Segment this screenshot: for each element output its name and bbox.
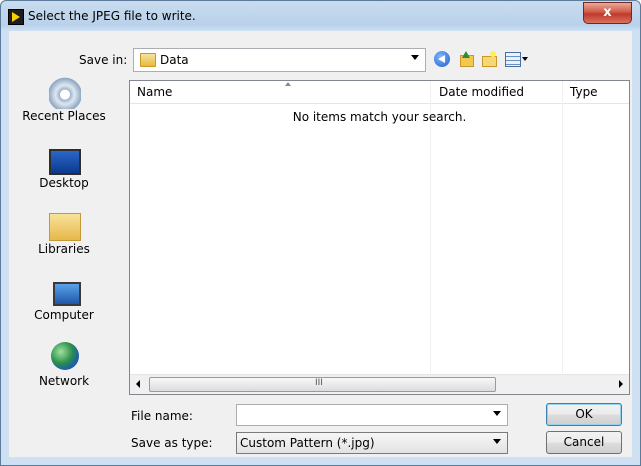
scroll-right-icon[interactable] bbox=[619, 380, 623, 388]
save-in-value: Data bbox=[160, 53, 189, 67]
file-name-label: File name: bbox=[131, 409, 193, 423]
save-dialog: Select the JPEG file to write. x Save in… bbox=[0, 0, 641, 466]
close-button[interactable]: x bbox=[583, 2, 632, 24]
column-header-type[interactable]: Type bbox=[570, 85, 598, 99]
scroll-left-icon[interactable] bbox=[136, 380, 140, 388]
place-network[interactable]: Network bbox=[9, 342, 119, 400]
back-icon[interactable] bbox=[434, 51, 450, 67]
file-name-input[interactable] bbox=[236, 404, 508, 426]
up-folder-icon[interactable] bbox=[458, 51, 474, 67]
save-as-type-value: Custom Pattern (*.jpg) bbox=[240, 436, 375, 450]
column-header-date-modified[interactable]: Date modified bbox=[439, 85, 524, 99]
dialog-title: Select the JPEG file to write. bbox=[28, 9, 196, 23]
title-bar: Select the JPEG file to write. x bbox=[1, 1, 640, 31]
save-in-dropdown[interactable]: Data bbox=[133, 48, 426, 72]
place-computer[interactable]: Computer bbox=[9, 276, 119, 334]
place-libraries[interactable]: Libraries bbox=[9, 210, 119, 268]
chevron-down-icon bbox=[411, 55, 419, 60]
folder-icon bbox=[140, 53, 156, 67]
column-header-name[interactable]: Name bbox=[137, 85, 172, 99]
views-dropdown-arrow-icon[interactable] bbox=[522, 57, 528, 61]
place-label: Network bbox=[38, 374, 90, 388]
views-menu-icon[interactable] bbox=[505, 52, 521, 67]
labview-app-icon bbox=[8, 9, 24, 25]
column-divider bbox=[562, 81, 563, 373]
place-label: Computer bbox=[34, 308, 94, 322]
place-recent-places[interactable]: Recent Places bbox=[9, 77, 119, 135]
dialog-body: Save in: Data Recent Places Desktop Libr… bbox=[9, 31, 632, 457]
place-label: Desktop bbox=[39, 176, 89, 190]
chevron-down-icon[interactable] bbox=[493, 411, 501, 416]
places-bar: Recent Places Desktop Libraries Computer… bbox=[9, 77, 119, 447]
network-icon bbox=[51, 342, 79, 370]
file-list[interactable]: Name Date modified Type No items match y… bbox=[129, 80, 630, 395]
place-desktop[interactable]: Desktop bbox=[9, 144, 119, 202]
scroll-thumb[interactable]: III bbox=[149, 377, 496, 392]
file-list-header: Name Date modified Type bbox=[130, 81, 629, 104]
new-folder-icon[interactable] bbox=[481, 51, 497, 67]
ok-button[interactable]: OK bbox=[546, 403, 622, 426]
sort-ascending-icon bbox=[285, 82, 291, 86]
place-label: Recent Places bbox=[22, 109, 106, 123]
save-as-type-dropdown[interactable]: Custom Pattern (*.jpg) bbox=[236, 432, 508, 454]
recent-places-icon bbox=[49, 77, 81, 109]
computer-icon bbox=[53, 282, 81, 306]
desktop-icon bbox=[49, 149, 81, 175]
cancel-button[interactable]: Cancel bbox=[546, 431, 622, 454]
scroll-grip: III bbox=[315, 378, 323, 388]
chevron-down-icon bbox=[493, 439, 501, 444]
horizontal-scrollbar[interactable]: III bbox=[130, 374, 629, 394]
place-label: Libraries bbox=[38, 242, 90, 256]
column-divider bbox=[430, 81, 431, 373]
save-in-label: Save in: bbox=[79, 53, 128, 67]
empty-message: No items match your search. bbox=[292, 110, 467, 124]
save-as-type-label: Save as type: bbox=[131, 436, 213, 450]
libraries-icon bbox=[49, 213, 81, 241]
